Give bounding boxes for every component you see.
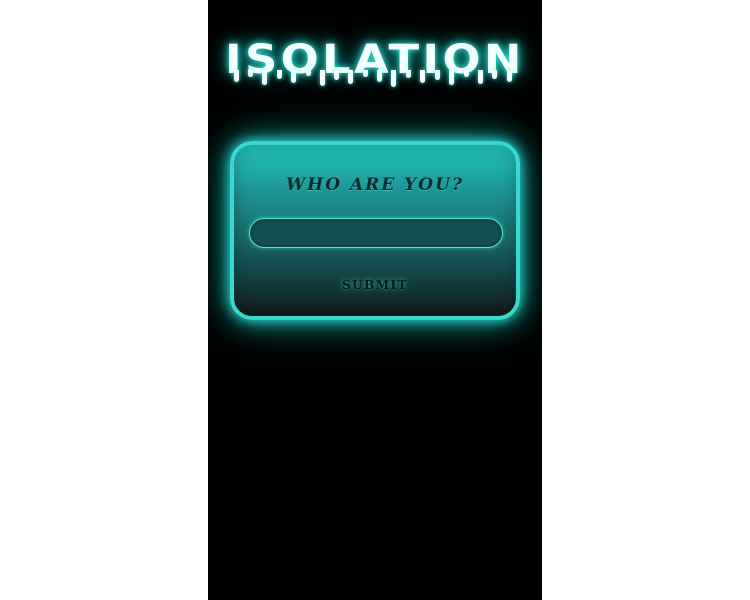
question-heading: WHO ARE YOU?: [286, 175, 464, 195]
submit-button[interactable]: SUBMIT: [330, 274, 420, 296]
name-input[interactable]: [249, 218, 503, 248]
app-screen: ISOLATION WHO ARE YOU? SUBMIT: [208, 0, 542, 600]
title-drip-decoration: [230, 70, 520, 92]
app-header: ISOLATION: [208, 34, 542, 104]
identity-card: WHO ARE YOU? SUBMIT: [230, 141, 520, 320]
